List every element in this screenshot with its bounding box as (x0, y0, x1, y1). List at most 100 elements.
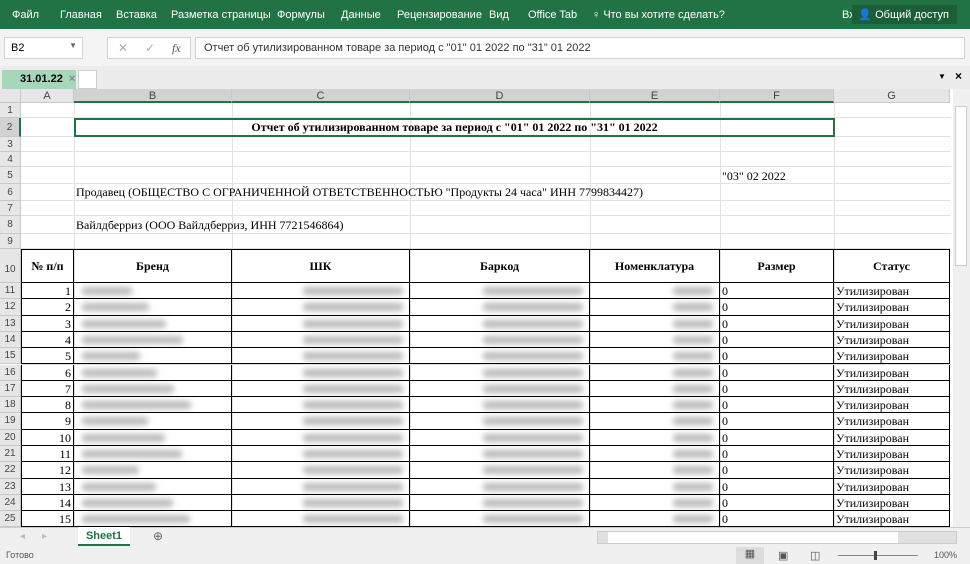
row-header[interactable]: 18 (0, 397, 21, 414)
table-header-cell: ШК (232, 249, 410, 283)
enter-icon[interactable]: ✓ (145, 41, 155, 55)
gridline (410, 137, 411, 152)
tab-data[interactable]: Данные (341, 9, 381, 21)
gridline (410, 234, 411, 249)
row-header[interactable]: 23 (0, 478, 21, 495)
tell-me[interactable]: ♀ Что вы хотите сделать? (592, 9, 725, 21)
tab-page-layout[interactable]: Разметка страницы (171, 9, 271, 21)
column-header-d[interactable]: D (410, 89, 590, 103)
gridline (21, 151, 951, 152)
vertical-scrollbar[interactable] (953, 89, 970, 527)
redacted-value (673, 287, 713, 295)
table-cell: Утилизирован (834, 446, 950, 463)
row-header[interactable]: 1 (0, 103, 21, 118)
sheet-tab-sheet1[interactable]: Sheet1 (78, 527, 130, 546)
row-header[interactable]: 15 (0, 348, 21, 365)
row-header[interactable]: 6 (0, 184, 21, 201)
gridline (720, 103, 721, 118)
share-button[interactable]: 👤 Общий доступ (852, 5, 957, 24)
chevron-down-icon[interactable]: ▼ (69, 41, 77, 50)
gridline (720, 216, 721, 234)
column-header-a[interactable]: A (21, 89, 74, 103)
zoom-level[interactable]: 100% (934, 550, 957, 560)
tabs-dropdown-icon[interactable]: ▼ (938, 72, 946, 81)
tab-office-tab[interactable]: Office Tab (528, 9, 577, 21)
tab-view[interactable]: Вид (489, 9, 509, 21)
zoom-slider[interactable] (838, 551, 918, 560)
row-header[interactable]: 21 (0, 446, 21, 463)
gridline (21, 183, 951, 184)
name-box[interactable]: B2 ▼ (4, 37, 83, 59)
row-header[interactable]: 25 (0, 511, 21, 527)
fx-icon[interactable]: fx (172, 41, 181, 56)
row-header[interactable]: 24 (0, 494, 21, 512)
table-cell (410, 380, 590, 398)
redacted-value (673, 498, 713, 507)
close-icon[interactable]: × (69, 73, 75, 85)
gridline (232, 103, 233, 118)
table-cell (74, 283, 232, 300)
table-cell (74, 364, 232, 381)
normal-view-icon[interactable]: ▦ (736, 547, 764, 564)
row-header[interactable]: 11 (0, 283, 21, 300)
table-cell: Утилизирован (834, 364, 950, 381)
table-cell: Утилизирован (834, 478, 950, 495)
tab-file[interactable]: Файл (12, 9, 39, 21)
add-sheet-icon[interactable]: ⊕ (153, 529, 163, 543)
row-header[interactable]: 8 (0, 216, 21, 234)
table-cell (232, 283, 410, 300)
row-header[interactable]: 12 (0, 299, 21, 316)
document-tab[interactable]: 31.01.22 × (2, 70, 76, 89)
row-header[interactable]: 5 (0, 167, 21, 184)
column-header-c[interactable]: C (232, 89, 410, 103)
spreadsheet-grid[interactable]: A B C D E F G 1 2 3 4 5 6 7 8 9 10 11 12 13 14 15 16 17 18 19 20 21… (0, 89, 953, 527)
redacted-value (483, 287, 583, 295)
row-header[interactable]: 16 (0, 364, 21, 381)
gridline (720, 167, 721, 184)
table-cell (74, 446, 232, 463)
new-tab-button[interactable] (78, 70, 97, 89)
horizontal-scrollbar[interactable] (597, 531, 957, 544)
prev-sheet-icon[interactable]: ◂ (20, 531, 25, 542)
row-header[interactable]: 7 (0, 201, 21, 216)
close-window-icon[interactable]: × (955, 69, 962, 83)
row-header[interactable]: 20 (0, 429, 21, 446)
gridline (834, 234, 835, 249)
tab-home[interactable]: Главная (60, 9, 102, 21)
formula-input[interactable]: Отчет об утилизированном товаре за перио… (195, 37, 965, 59)
column-header-f[interactable]: F (720, 89, 834, 103)
row-header[interactable]: 3 (0, 137, 21, 152)
page-break-view-icon[interactable]: ◫ (810, 549, 820, 562)
next-sheet-icon[interactable]: ▸ (42, 531, 47, 542)
gridline (720, 184, 721, 201)
table-cell (410, 348, 590, 365)
redacted-value (673, 401, 713, 410)
tab-review[interactable]: Рецензирование (397, 9, 482, 21)
row-header[interactable]: 9 (0, 234, 21, 249)
tab-insert[interactable]: Вставка (116, 9, 157, 21)
cancel-icon[interactable]: ✕ (118, 41, 128, 55)
column-header-e[interactable]: E (590, 89, 720, 103)
column-header-b[interactable]: B (74, 89, 232, 103)
row-header[interactable]: 14 (0, 331, 21, 349)
table-cell: 6 (21, 364, 74, 381)
row-header[interactable]: 4 (0, 152, 21, 167)
row-header[interactable]: 2 (0, 118, 21, 137)
gridline (590, 234, 591, 249)
gridline (590, 216, 591, 234)
table-cell: Утилизирован (834, 348, 950, 365)
row-header[interactable]: 17 (0, 380, 21, 398)
table-cell (74, 397, 232, 414)
table-cell (590, 511, 720, 527)
row-header[interactable]: 13 (0, 315, 21, 332)
page-layout-view-icon[interactable]: ▣ (778, 549, 788, 562)
redacted-value (82, 498, 173, 507)
table-cell (410, 494, 590, 512)
tab-formulas[interactable]: Формулы (277, 9, 325, 21)
column-header-g[interactable]: G (834, 89, 950, 103)
row-header[interactable]: 22 (0, 462, 21, 479)
report-title[interactable]: Отчет об утилизированном товаре за перио… (74, 118, 835, 137)
select-all-corner[interactable] (0, 89, 21, 103)
row-header[interactable]: 19 (0, 413, 21, 430)
row-header[interactable]: 10 (0, 249, 21, 283)
